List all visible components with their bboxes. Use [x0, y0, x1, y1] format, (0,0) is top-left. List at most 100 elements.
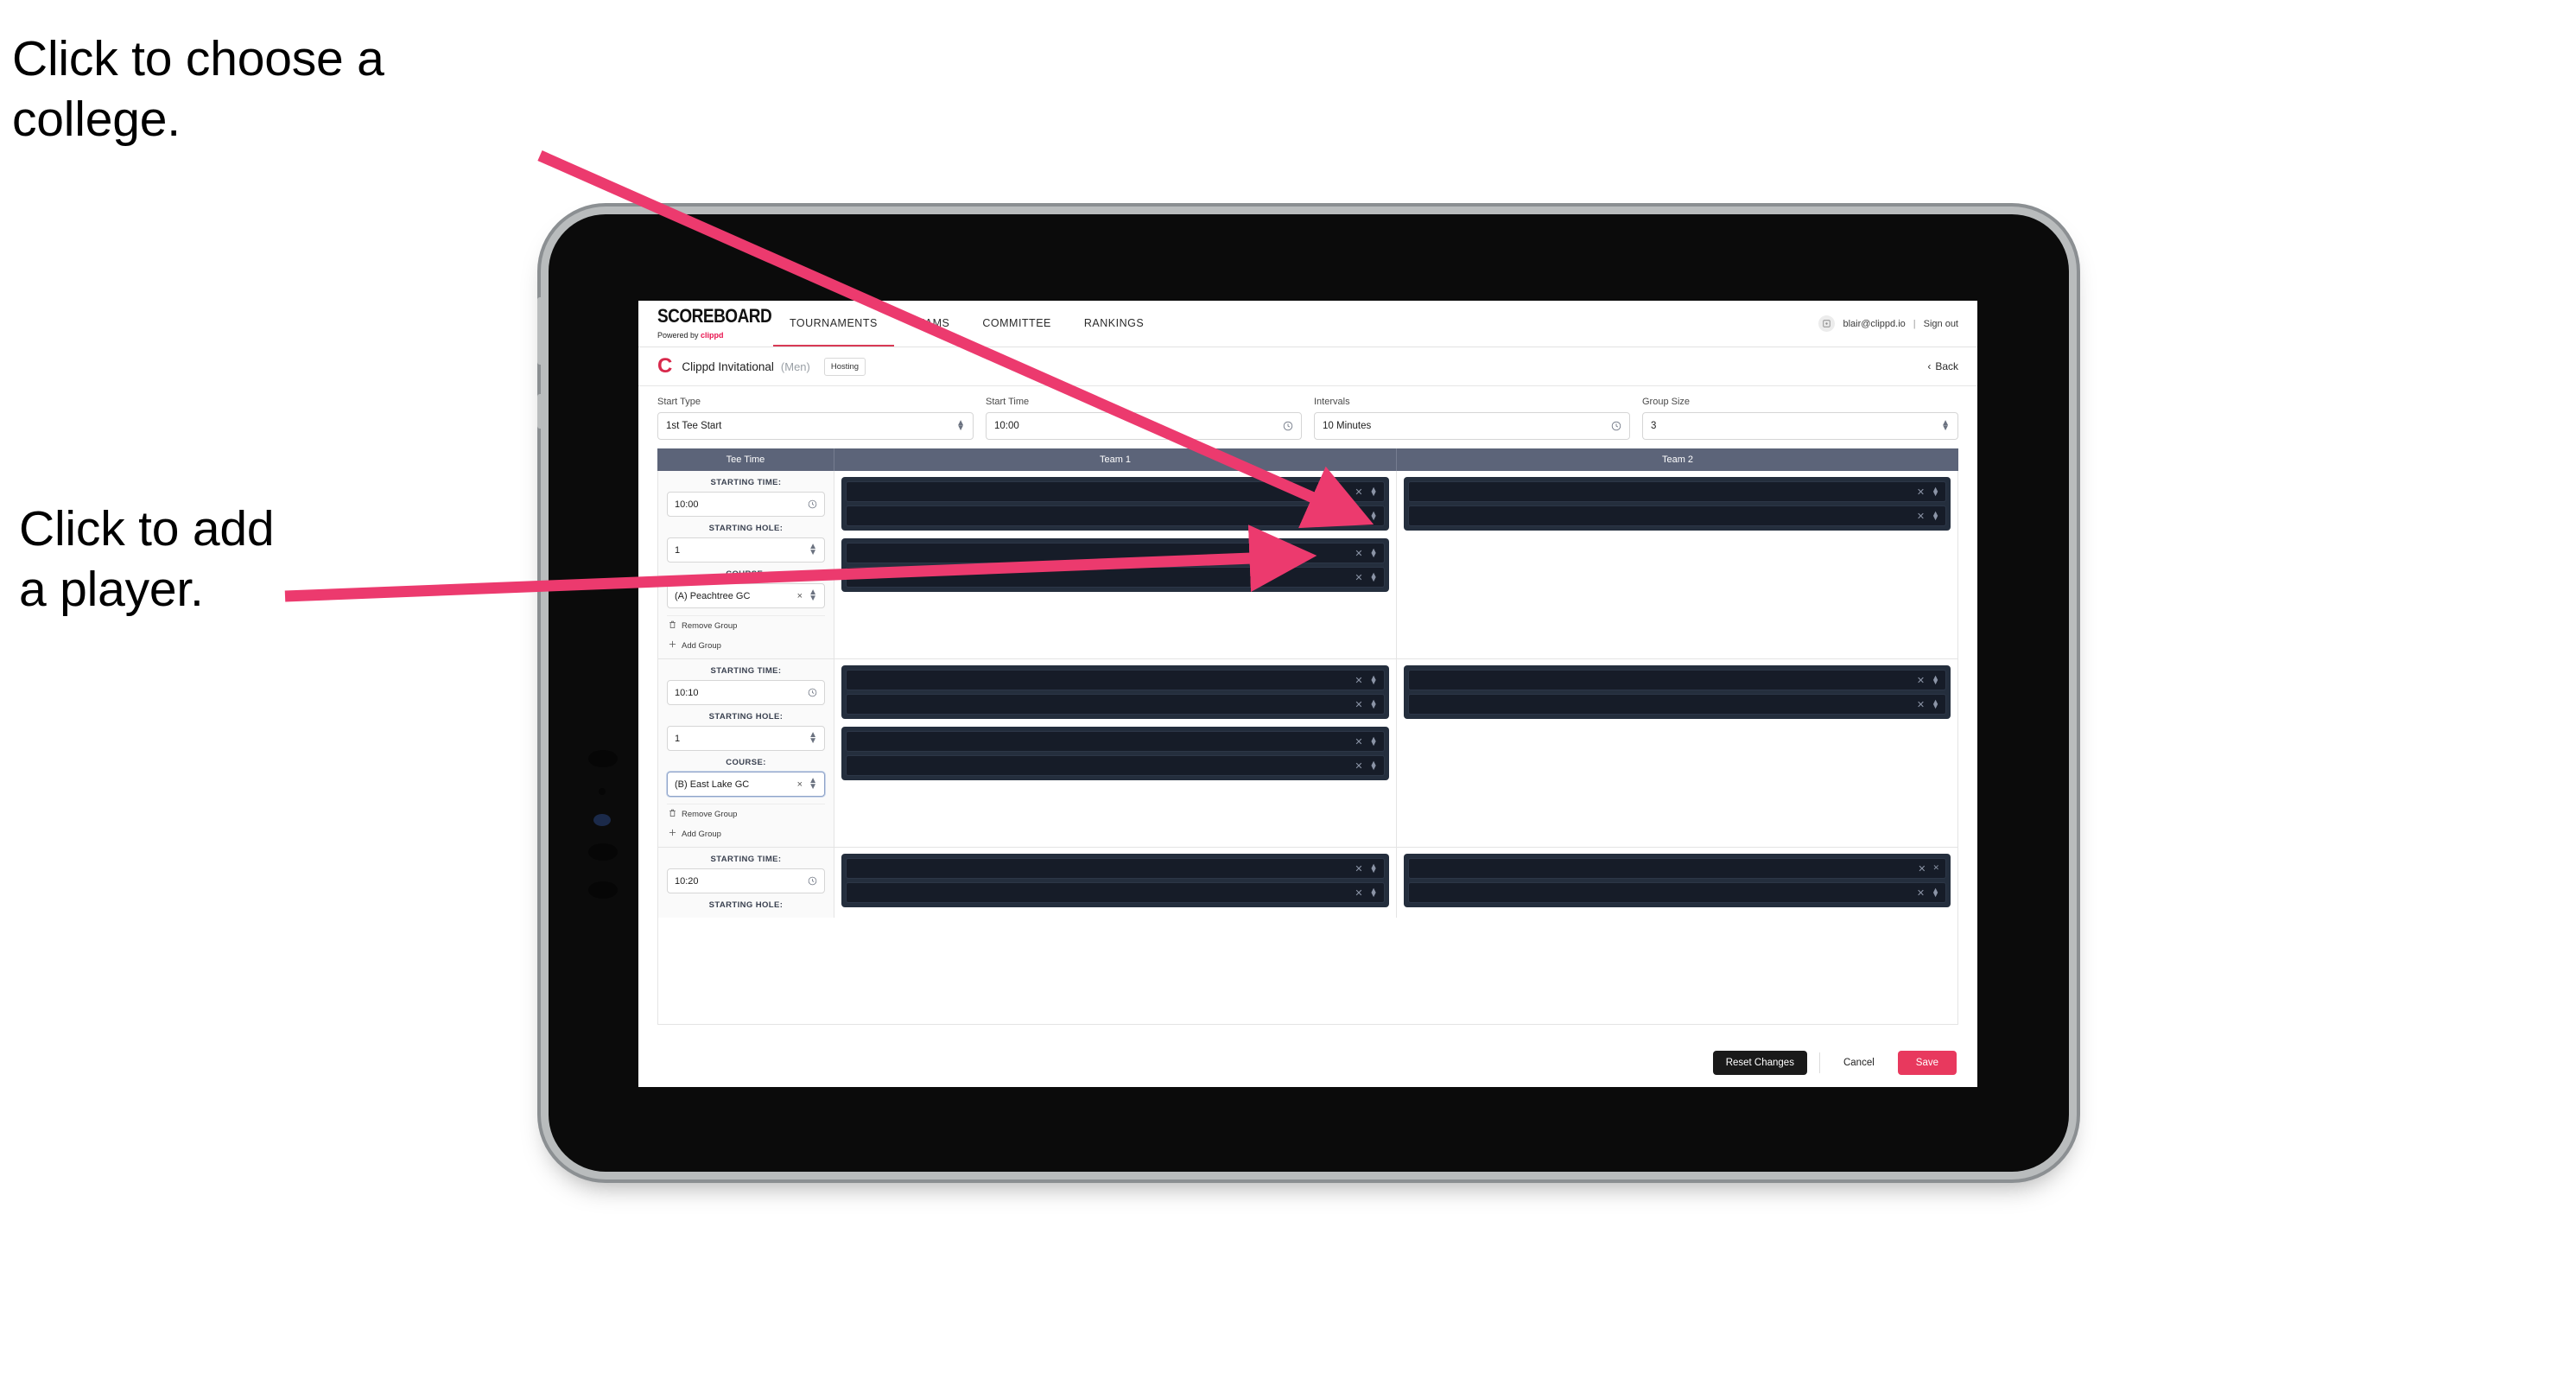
course-select[interactable]: (A) Peachtree GC × ▲ ▼	[667, 583, 825, 608]
player-slot[interactable]: ✕ ▲ ▼	[1407, 481, 1946, 502]
remove-player-icon[interactable]: ✕	[1917, 675, 1925, 686]
stepper-icon[interactable]: ▲ ▼	[1370, 546, 1378, 559]
chevron-left-icon: ‹	[1927, 360, 1932, 372]
player-slot[interactable]: ✕ ▲ ▼	[1407, 505, 1946, 526]
remove-group-button[interactable]: Remove Group	[667, 804, 825, 824]
stepper-icon[interactable]: ▲ ▼	[956, 418, 965, 433]
player-group-panel: ✕ ▲ ▼ ✕ ▲ ▼	[1403, 665, 1951, 719]
intervals-input[interactable]: 10 Minutes	[1314, 412, 1630, 440]
clock-icon[interactable]	[1611, 421, 1621, 431]
remove-player-icon[interactable]: ✕	[1355, 548, 1362, 559]
player-slot[interactable]: ✕ ▲ ▼	[846, 731, 1385, 752]
starting-time-input[interactable]: 10:00	[667, 492, 825, 517]
user-avatar-icon[interactable]	[1818, 315, 1836, 332]
clear-icon[interactable]: ×	[797, 779, 803, 790]
volume-button[interactable]	[537, 394, 543, 429]
stepper-icon[interactable]: ▲ ▼	[809, 731, 817, 746]
remove-group-button[interactable]: Remove Group	[667, 615, 825, 636]
stepper-icon[interactable]: ▲ ▼	[1370, 697, 1378, 710]
remove-player-icon[interactable]: ✕	[1355, 699, 1362, 710]
team-2-cell: ✕ ▲ ▼ ✕ ▲ ▼	[1397, 659, 1958, 847]
tab-tournaments[interactable]: TOURNAMENTS	[773, 301, 894, 346]
stepper-icon[interactable]: ▲ ▼	[1932, 673, 1939, 686]
player-slot[interactable]: ✕ ▲ ▼	[846, 858, 1385, 879]
stepper-icon[interactable]: ▲ ▼	[809, 777, 817, 792]
player-slot[interactable]: ✕ ▲ ▼	[846, 505, 1385, 526]
clock-icon[interactable]	[808, 499, 817, 509]
save-button[interactable]: Save	[1897, 1051, 1957, 1075]
remove-player-icon[interactable]: ✕	[1918, 863, 1926, 874]
add-group-button[interactable]: Add Group	[667, 824, 825, 843]
control-group-size: Group Size 3 ▲ ▼	[1642, 397, 1958, 440]
starting-hole-stepper[interactable]: 1 ▲ ▼	[667, 537, 825, 563]
reset-changes-button[interactable]: Reset Changes	[1712, 1051, 1807, 1075]
add-group-button[interactable]: Add Group	[667, 636, 825, 655]
stepper-icon[interactable]: ▲ ▼	[1932, 886, 1939, 899]
stepper-icon[interactable]: ▲ ▼	[1932, 509, 1939, 522]
player-group-panel: ✕ ▲ ▼ ✕ ▲ ▼	[841, 854, 1389, 907]
remove-player-icon[interactable]: ✕	[1917, 486, 1925, 498]
start-time-input[interactable]: 10:00	[986, 412, 1302, 440]
clear-icon[interactable]: ×	[797, 591, 803, 601]
starting-time-input[interactable]: 10:10	[667, 680, 825, 705]
cancel-button[interactable]: Cancel	[1832, 1051, 1886, 1075]
clock-icon[interactable]	[1283, 421, 1293, 431]
player-slot[interactable]: ✕ ▲ ▼	[1407, 882, 1946, 903]
tab-rankings[interactable]: RANKINGS	[1068, 301, 1160, 346]
stepper-icon[interactable]: ▲ ▼	[1370, 509, 1378, 522]
remove-player-icon[interactable]: ✕	[1917, 699, 1925, 710]
player-slot[interactable]: ✕ ▲ ▼	[1407, 694, 1946, 715]
stepper-icon[interactable]: ▲ ▼	[1941, 418, 1950, 433]
page-title: Clippd Invitational	[682, 359, 774, 373]
label-starting-hole: STARTING HOLE:	[708, 712, 784, 722]
stepper-icon[interactable]: ▲ ▼	[1370, 886, 1378, 899]
stepper-icon[interactable]: ▲ ▼	[1370, 673, 1378, 686]
tab-committee[interactable]: COMMITTEE	[966, 301, 1068, 346]
player-slot[interactable]: ✕ ✕	[1407, 858, 1946, 879]
stepper-icon[interactable]: ▲ ▼	[1932, 697, 1939, 710]
start-type-value: 1st Tee Start	[666, 421, 722, 431]
player-slot[interactable]: ✕ ▲ ▼	[1407, 670, 1946, 690]
player-slot[interactable]: ✕ ▲ ▼	[846, 481, 1385, 502]
remove-player-icon[interactable]: ✕	[1355, 887, 1362, 899]
remove-player-icon[interactable]: ✕	[1355, 863, 1362, 874]
start-type-select[interactable]: 1st Tee Start ▲ ▼	[657, 412, 974, 440]
remove-player-icon[interactable]: ✕	[1917, 511, 1925, 522]
player-slot[interactable]: ✕ ▲ ▼	[846, 670, 1385, 690]
player-slot[interactable]: ✕ ▲ ▼	[846, 755, 1385, 776]
remove-player-icon[interactable]: ✕	[1355, 760, 1362, 772]
brand-logo[interactable]: SCOREBOARD Powered by clippd	[638, 301, 772, 346]
tab-teams[interactable]: TEAMS	[894, 301, 967, 346]
stepper-icon[interactable]: ▲ ▼	[809, 543, 817, 557]
stepper-icon[interactable]: ▲ ▼	[1370, 734, 1378, 747]
remove-player-icon[interactable]: ✕	[1355, 511, 1362, 522]
stepper-icon[interactable]: ▲ ▼	[1932, 485, 1939, 498]
back-button[interactable]: ‹ Back	[1927, 360, 1958, 372]
remove-player-icon[interactable]: ✕	[1355, 736, 1362, 747]
sign-out-link[interactable]: Sign out	[1924, 319, 1958, 329]
stepper-icon[interactable]: ▲ ▼	[809, 588, 817, 603]
course-select[interactable]: (B) East Lake GC × ▲ ▼	[667, 772, 825, 797]
player-slot[interactable]: ✕ ▲ ▼	[846, 694, 1385, 715]
plus-icon	[669, 829, 676, 839]
group-size-stepper[interactable]: 3 ▲ ▼	[1642, 412, 1958, 440]
remove-player-icon[interactable]: ✕	[1917, 887, 1925, 899]
remove-player-icon[interactable]: ✕	[1355, 675, 1362, 686]
stepper-icon[interactable]: ▲ ▼	[1370, 861, 1378, 874]
player-slot[interactable]: ✕ ▲ ▼	[846, 543, 1385, 563]
action-footer: Reset Changes Cancel Save	[638, 1039, 1977, 1087]
tee-time-cell: STARTING TIME: 10:20 STARTING HOLE:	[658, 848, 834, 918]
remove-player-icon[interactable]: ✕	[1355, 486, 1362, 498]
remove-player-icon[interactable]: ✕	[1355, 572, 1362, 583]
player-slot[interactable]: ✕ ▲ ▼	[846, 882, 1385, 903]
stepper-icon[interactable]: ✕	[1932, 864, 1939, 872]
starting-time-input[interactable]: 10:20	[667, 868, 825, 893]
starting-hole-stepper[interactable]: 1 ▲ ▼	[667, 726, 825, 751]
clock-icon[interactable]	[808, 876, 817, 886]
stepper-icon[interactable]: ▲ ▼	[1370, 570, 1378, 583]
clock-icon[interactable]	[808, 688, 817, 697]
power-button[interactable]	[537, 297, 543, 365]
player-slot[interactable]: ✕ ▲ ▼	[846, 567, 1385, 588]
stepper-icon[interactable]: ▲ ▼	[1370, 759, 1378, 772]
stepper-icon[interactable]: ▲ ▼	[1370, 485, 1378, 498]
